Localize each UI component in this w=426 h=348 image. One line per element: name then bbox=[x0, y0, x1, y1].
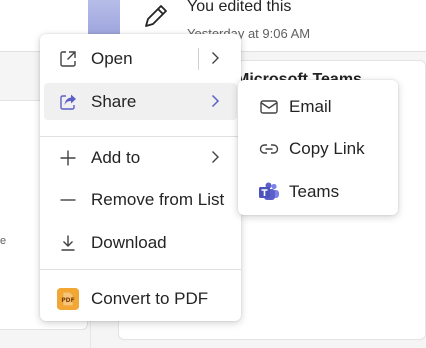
menu-item-label: Open bbox=[91, 48, 133, 68]
share-submenu: Email Copy Link Teams bbox=[238, 80, 398, 215]
menu-item-open[interactable]: Open bbox=[44, 40, 237, 77]
menu-item-add-to[interactable]: Add to bbox=[44, 139, 237, 176]
chevron-right-icon bbox=[211, 94, 220, 108]
menu-item-download[interactable]: Download bbox=[44, 224, 237, 261]
menu-item-label: Share bbox=[91, 91, 137, 111]
menu-divider bbox=[40, 269, 241, 270]
submenu-item-label: Copy Link bbox=[289, 139, 365, 158]
menu-divider bbox=[40, 136, 241, 137]
chevron-right-icon bbox=[212, 151, 219, 163]
menu-item-remove-from-list[interactable]: Remove from List bbox=[44, 181, 237, 218]
submenu-item-copy-link[interactable]: Copy Link bbox=[242, 130, 394, 168]
menu-item-share[interactable]: Share bbox=[44, 83, 237, 120]
activity-title: You edited this bbox=[187, 0, 292, 15]
svg-text:PDF: PDF bbox=[61, 297, 74, 304]
menu-item-label: Convert to PDF bbox=[91, 288, 209, 308]
chevron-right-icon[interactable] bbox=[207, 50, 223, 66]
pdf-icon: PDF bbox=[57, 287, 79, 310]
submenu-item-email[interactable]: Email bbox=[242, 88, 394, 126]
plus-icon bbox=[57, 147, 79, 169]
left-card-text: e bbox=[0, 235, 7, 247]
menu-item-label: Remove from List bbox=[91, 189, 225, 209]
menu-item-label: Download bbox=[91, 232, 167, 252]
submenu-item-teams[interactable]: Teams bbox=[242, 173, 394, 211]
pencil-icon bbox=[145, 5, 167, 27]
link-icon bbox=[258, 138, 280, 160]
menu-item-label: Add to bbox=[91, 147, 141, 167]
mail-icon bbox=[258, 96, 280, 118]
submenu-item-label: Email bbox=[289, 97, 332, 116]
open-external-icon bbox=[57, 48, 79, 70]
submenu-item-label: Teams bbox=[289, 182, 340, 201]
share-icon bbox=[57, 91, 79, 113]
minus-icon bbox=[57, 189, 79, 211]
download-icon bbox=[57, 232, 79, 254]
context-menu: Open Share Add to Remove from List Downl… bbox=[40, 34, 241, 321]
split-divider bbox=[198, 48, 199, 70]
menu-item-convert-to-pdf[interactable]: PDF Convert to PDF bbox=[44, 280, 237, 317]
teams-icon bbox=[258, 181, 280, 203]
